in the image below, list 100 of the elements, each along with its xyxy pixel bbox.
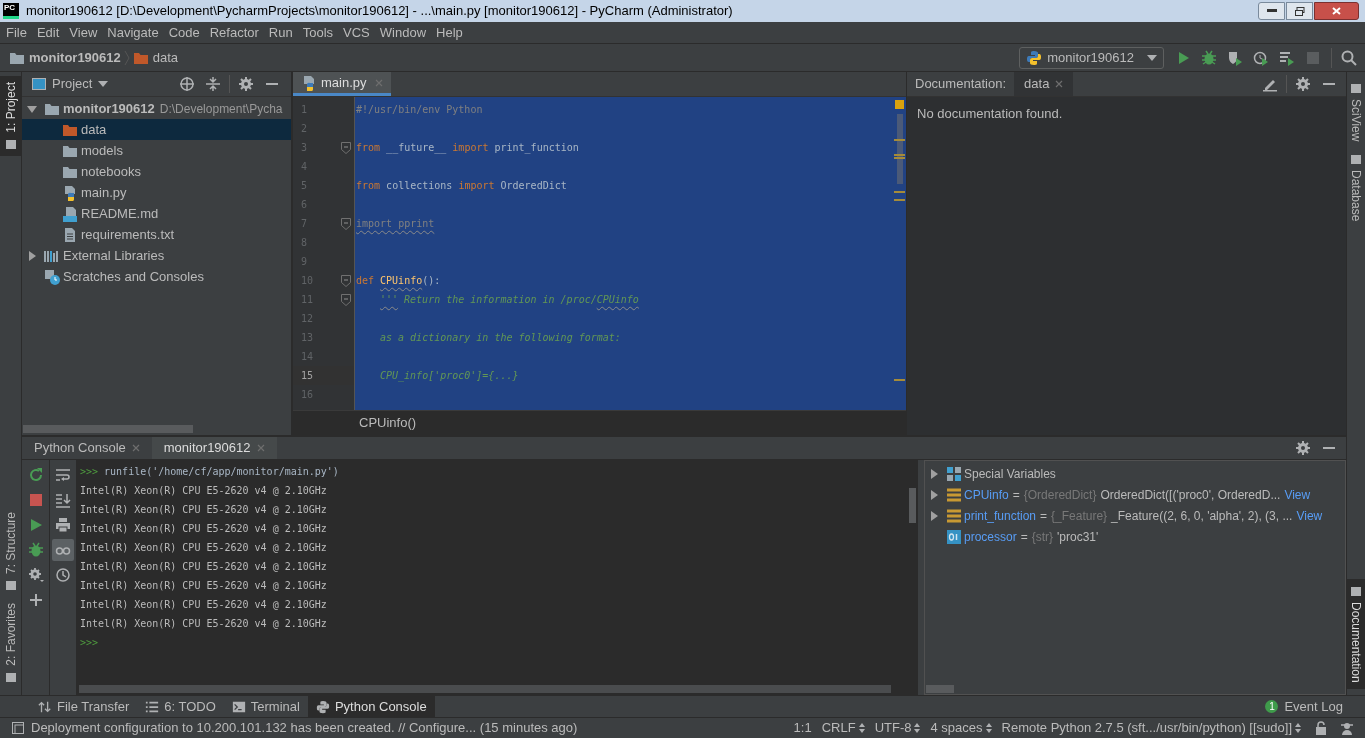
close-button[interactable] [1314, 2, 1359, 20]
settings-icon [1295, 76, 1311, 92]
status-item[interactable]: 4 spaces [930, 718, 992, 738]
restore-button[interactable] [1286, 2, 1313, 20]
read-only-toggle[interactable] [1313, 720, 1329, 736]
inspector-button[interactable] [1339, 720, 1355, 736]
warning-marker[interactable] [894, 157, 905, 159]
settings-icon [27, 567, 44, 583]
scroll-end-icon [55, 492, 71, 508]
console-output: Intel(R) Xeon(R) CPU E5-2620 v4 @ 2.10GHz [80, 617, 327, 631]
list-icon [946, 507, 962, 524]
console-output: Intel(R) Xeon(R) CPU E5-2620 v4 @ 2.10GHz [80, 541, 327, 555]
warning-marker[interactable] [894, 139, 905, 141]
status-item[interactable]: UTF-8 [874, 718, 921, 738]
plus-icon [27, 592, 44, 608]
variable-row[interactable]: Special Variables [925, 463, 1345, 484]
menu-item[interactable]: Help [431, 22, 468, 43]
fold-marker-icon[interactable] [341, 141, 351, 154]
menu-item[interactable]: Tools [297, 22, 339, 43]
editor-tab[interactable]: main.py [293, 72, 391, 96]
collapse-icon [205, 76, 221, 92]
status-item[interactable]: 1:1 [793, 718, 812, 738]
tree-item[interactable]: main.py [22, 182, 291, 203]
console-prompt: >>> [80, 465, 99, 479]
breadcrumb-item[interactable]: monitor190612 [9, 47, 121, 68]
console-tab[interactable]: monitor190612 [151, 437, 277, 459]
menu-item[interactable]: Code [163, 22, 205, 43]
variable-row[interactable]: CPUinfo = {OrderedDict} OrderedDict([('proc0', OrderedD... View [925, 484, 1345, 505]
tool-window-tab[interactable]: 2: Favorites [0, 597, 21, 689]
menu-item[interactable]: File [1, 22, 32, 43]
breadcrumb-item[interactable]: CPUinfo() [359, 413, 417, 433]
variable-row[interactable]: processor = {str} 'proc31' [925, 526, 1345, 547]
status-item[interactable]: Remote Python 2.7.5 (sft.../usr/bin/python) [[sudo]] [1001, 718, 1301, 738]
search-icon [1341, 49, 1357, 66]
tree-item[interactable]: README.md [22, 203, 291, 224]
menu-item[interactable]: Navigate [102, 22, 164, 43]
tool-window-tab[interactable]: Documentation [1347, 579, 1365, 689]
warning-marker[interactable] [894, 379, 905, 381]
tool-window-tab[interactable]: Database [1347, 147, 1365, 228]
fold-marker-icon[interactable] [341, 217, 351, 230]
scrollbar-thumb[interactable] [79, 685, 891, 693]
tool-window-tab[interactable]: 7: Structure [0, 506, 21, 598]
tree-item[interactable]: data [22, 119, 291, 140]
view-link[interactable]: View [1296, 506, 1323, 525]
app-logo-icon: PC [3, 3, 19, 19]
tree-item[interactable]: models [22, 140, 291, 161]
scrollbar-thumb[interactable] [926, 685, 954, 693]
minimize-button[interactable] [1258, 2, 1285, 20]
variable-type: {_Feature} [1051, 507, 1108, 525]
scrollbar-thumb[interactable] [897, 114, 903, 184]
view-link[interactable]: View [1284, 485, 1311, 504]
status-item[interactable]: CRLF [821, 718, 865, 738]
tree-item[interactable]: External Libraries [22, 245, 291, 266]
project-view-dropdown[interactable]: Project [32, 74, 109, 94]
fold-marker-icon[interactable] [341, 274, 351, 287]
show-variables-button[interactable] [52, 539, 74, 561]
warning-marker[interactable] [894, 191, 905, 193]
topic-tab[interactable]: data [1014, 72, 1074, 96]
tool-window-tab[interactable]: File Transfer [30, 696, 138, 717]
equals-sign: = [1040, 507, 1048, 525]
menu-item[interactable]: Refactor [204, 22, 264, 43]
menu-item[interactable]: View [64, 22, 103, 43]
variable-row[interactable]: print_function = {_Feature} _Feature((2, 6, 0, 'alpha', 2), (3, ... View [925, 505, 1345, 526]
scrollbar-thumb[interactable] [23, 425, 193, 433]
window-icon [32, 78, 46, 90]
menu-item[interactable]: Edit [31, 22, 65, 43]
tool-window-tab[interactable]: Python Console [307, 696, 435, 717]
caret-down-icon [98, 81, 109, 87]
equals-sign: = [1020, 528, 1028, 546]
tree-item[interactable]: notebooks [22, 161, 291, 182]
tool-window-tab[interactable]: 6: TODO [137, 696, 224, 717]
status-square-icon [12, 722, 24, 734]
run-configuration-dropdown[interactable]: monitor190612 [1019, 46, 1164, 69]
tree-item[interactable]: requirements.txt [22, 224, 291, 245]
lock-icon [1315, 721, 1327, 735]
status-message: Deployment configuration to 10.200.101.132 has been created. // Configure... (15 minutes ago) [31, 719, 578, 738]
tool-window-tab[interactable]: SciView [1347, 76, 1365, 148]
code-line: as a dictionary in the following format: [379, 331, 621, 345]
settings-icon [238, 76, 254, 92]
warning-marker[interactable] [894, 199, 905, 201]
wrap-icon [55, 467, 71, 483]
code-line: ''' Return the information in /proc/CPUinfo [379, 293, 639, 307]
documentation-text: No documentation found. [917, 105, 1064, 123]
breadcrumb-item[interactable]: data [132, 47, 179, 68]
variable-type: {str} [1031, 528, 1054, 546]
console-tab[interactable]: Python Console [22, 437, 152, 459]
tool-window-tab[interactable]: 1: Project [0, 76, 21, 156]
menu-item[interactable]: VCS [338, 22, 375, 43]
variable-value: OrderedDict([('proc0', OrderedD... [1100, 486, 1281, 504]
scrollbar-thumb[interactable] [909, 488, 916, 523]
tree-item[interactable]: Scratches and Consoles [22, 266, 291, 287]
tool-window-tab[interactable]: Terminal [223, 696, 308, 717]
menu-item[interactable]: Window [374, 22, 432, 43]
fold-marker-icon[interactable] [341, 293, 351, 306]
warning-marker[interactable] [894, 154, 905, 156]
menu-item[interactable]: Run [263, 22, 298, 43]
close-icon [374, 78, 383, 87]
event-log-button[interactable]: 1 Event Log [1265, 696, 1343, 717]
tree-item[interactable]: monitor190612 D:\Development\Pycha [22, 98, 291, 119]
rerun-icon [27, 467, 44, 483]
